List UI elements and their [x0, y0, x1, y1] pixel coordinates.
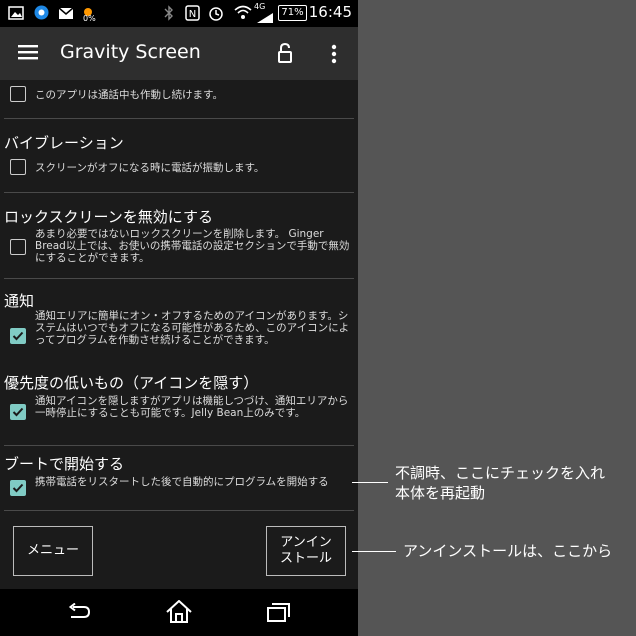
setting-description: 携帯電話をリスタートした後で自動的にプログラムを開始する [35, 476, 329, 488]
checkbox-in-call[interactable] [10, 86, 26, 102]
divider [4, 192, 354, 193]
nfc-icon: N [185, 5, 200, 25]
bottom-actions: メニュー アンイン ストール [0, 513, 358, 589]
setting-notification: 通知 通知エリアに簡単にオン・オフするためのアイコンがあります。システムはいつで… [0, 280, 358, 368]
setting-description: 通知エリアに簡単にオン・オフするためのアイコンがあります。システムはいつでもオフ… [35, 310, 350, 346]
browser-icon [34, 5, 49, 24]
annotation-line-uninstall [352, 551, 396, 552]
svg-text:N: N [189, 9, 196, 20]
mail-icon [58, 5, 74, 24]
annotation-boot-line1: 不調時、ここにチェックを入れ [395, 464, 606, 482]
annotation-boot: 不調時、ここにチェックを入れ 本体を再起動 [395, 463, 605, 503]
divider [4, 118, 354, 119]
bluetooth-icon [164, 5, 174, 25]
uninstall-button[interactable]: アンイン ストール [266, 526, 346, 576]
unlock-icon[interactable] [277, 42, 293, 67]
signal-icon [256, 9, 274, 28]
check-icon [12, 331, 24, 341]
setting-title: ロックスクリーンを無効にする [4, 208, 213, 226]
setting-description: このアプリは通話中も作動し続けます。 [35, 89, 223, 101]
phone-screen: 0% N 4G 71% 16:45 Gravity Screen このアプリは通… [0, 0, 358, 636]
checkbox-disable-lockscreen[interactable] [10, 239, 26, 255]
image-icon [8, 5, 24, 24]
setting-disable-lockscreen: ロックスクリーンを無効にする あまり必要ではないロックスクリーンを削除します。 … [0, 194, 358, 280]
setting-description: スクリーンがオフになる時に電話が振動します。 [35, 162, 265, 174]
menu-icon[interactable] [18, 44, 38, 64]
alarm-icon [208, 5, 224, 25]
setting-in-call: このアプリは通話中も作動し続けます。 [0, 80, 358, 120]
wifi-icon [234, 5, 252, 24]
uninstall-label-line2: ストール [279, 551, 332, 566]
setting-title: 通知 [4, 292, 35, 310]
setting-description: 通知アイコンを隠しますがアプリは機能しつづけ、通知エリアから一時停止にすることも… [35, 395, 349, 419]
annotation-line-boot [352, 482, 388, 483]
status-time: 16:45 [308, 3, 352, 21]
check-icon [12, 407, 24, 417]
menu-button[interactable]: メニュー [13, 526, 93, 576]
check-icon [12, 483, 24, 493]
annotation-boot-line2: 本体を再起動 [395, 484, 486, 502]
divider [4, 510, 354, 511]
annotation-uninstall: アンインストールは、ここから [403, 542, 613, 560]
setting-description: あまり必要ではないロックスクリーンを削除します。 Ginger Bread以上で… [35, 228, 350, 264]
checkbox-low-priority[interactable] [10, 404, 26, 420]
recent-apps-icon[interactable] [267, 602, 291, 626]
battery-indicator: 71% [278, 5, 307, 21]
navigation-bar [0, 589, 358, 636]
checkbox-notification[interactable] [10, 328, 26, 344]
more-options-icon[interactable] [331, 44, 337, 68]
checkbox-start-on-boot[interactable] [10, 480, 26, 496]
notification-badge: 0% [83, 14, 96, 23]
setting-low-priority: 優先度の低いもの（アイコンを隠す） 通知アイコンを隠しますがアプリは機能しつづけ… [0, 368, 358, 446]
checkbox-vibration[interactable] [10, 159, 26, 175]
uninstall-label-line1: アンイン [280, 535, 332, 550]
app-bar: Gravity Screen [0, 27, 358, 80]
back-icon[interactable] [66, 602, 92, 625]
setting-start-on-boot: ブートで開始する 携帯電話をリスタートした後で自動的にプログラムを開始する [0, 446, 358, 512]
home-icon[interactable] [166, 599, 192, 628]
app-title: Gravity Screen [60, 41, 201, 63]
setting-title: バイブレーション [4, 134, 124, 152]
setting-title: ブートで開始する [4, 455, 125, 473]
divider [4, 278, 354, 279]
setting-vibration: バイブレーション スクリーンがオフになる時に電話が振動します。 [0, 120, 358, 194]
settings-list: このアプリは通話中も作動し続けます。 バイブレーション スクリーンがオフになる時… [0, 80, 358, 513]
setting-title: 優先度の低いもの（アイコンを隠す） [4, 374, 259, 392]
status-bar: 0% N 4G 71% 16:45 [0, 0, 358, 27]
